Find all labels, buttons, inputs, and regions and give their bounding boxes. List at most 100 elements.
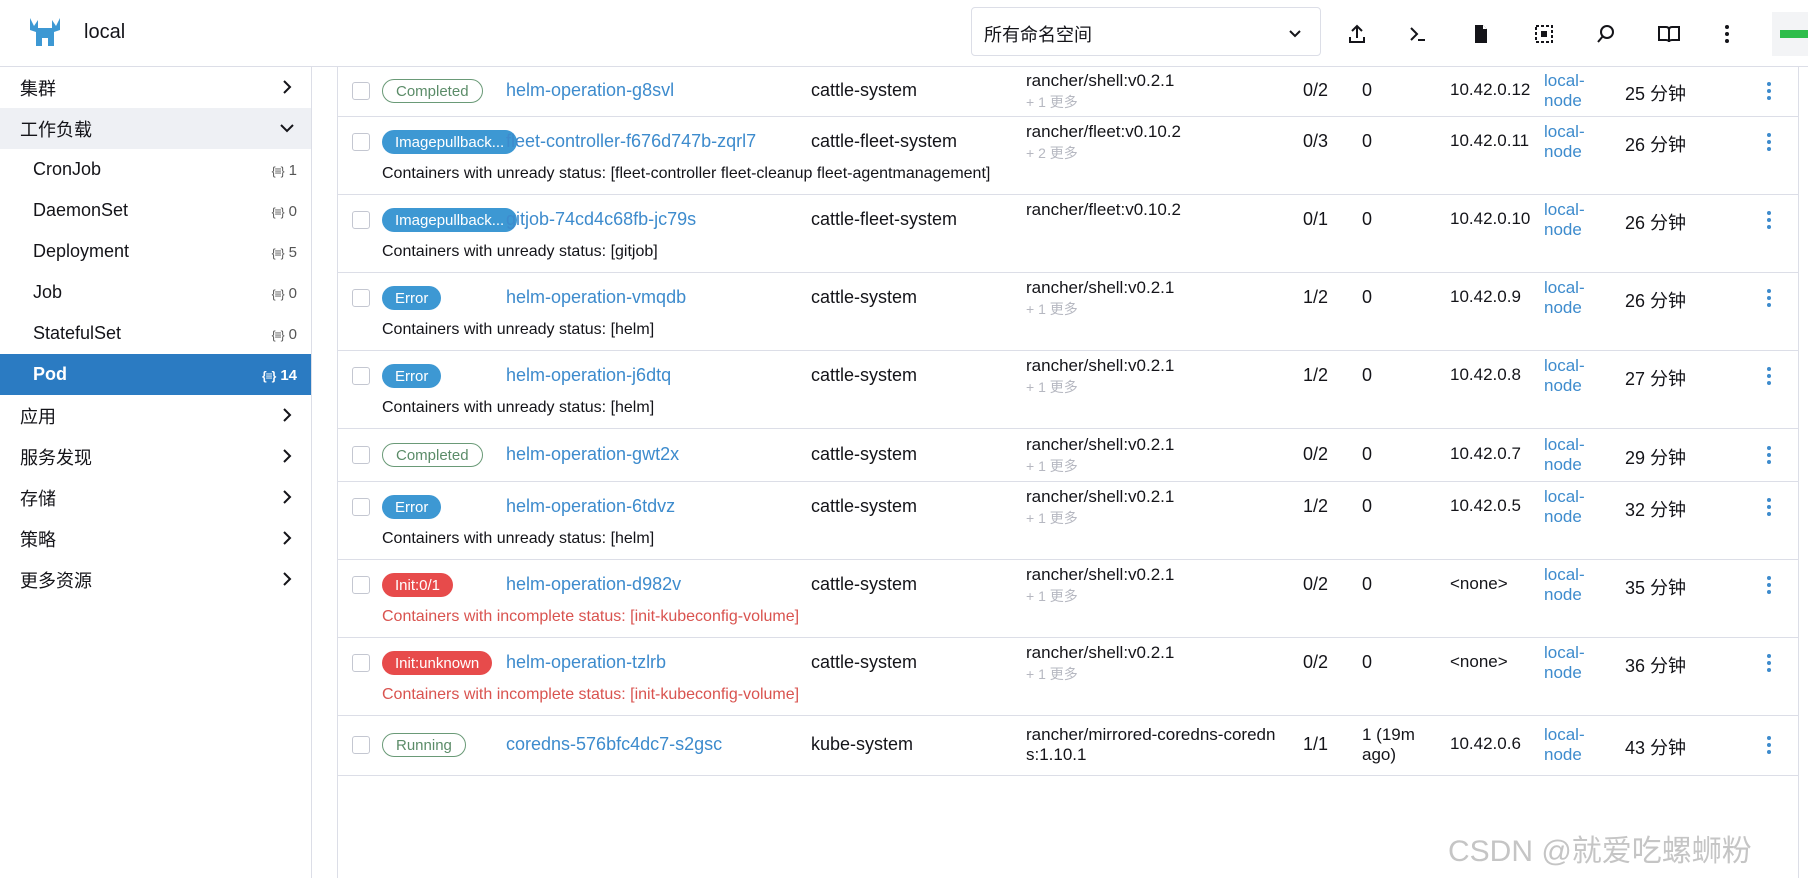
node-link-cont[interactable]: node xyxy=(1544,663,1582,683)
pod-name-link[interactable]: helm-operation-d982v xyxy=(506,574,681,595)
age-cell: 25 分钟 xyxy=(1625,84,1687,104)
sidebar-item-label: Deployment xyxy=(33,241,130,261)
ip-cell: 10.42.0.12 xyxy=(1450,80,1531,99)
table-row[interactable]: Imagepullback... fleet-controller-f676d74… xyxy=(338,117,1798,195)
sidebar-item-job[interactable]: Job {≡} 0 xyxy=(0,272,311,313)
table-row[interactable]: Error helm-operation-vmqdb cattle-system ra… xyxy=(338,273,1798,351)
row-checkbox[interactable] xyxy=(352,576,370,594)
more-actions-button[interactable] xyxy=(1707,14,1747,54)
ready-cell: 0/3 xyxy=(1303,131,1329,151)
status-badge: Error xyxy=(382,286,442,310)
download-kubeconfig-button[interactable] xyxy=(1461,14,1501,54)
node-link-cont[interactable]: node xyxy=(1544,507,1582,527)
row-actions-button[interactable] xyxy=(1767,446,1773,468)
copy-kubeconfig-button[interactable] xyxy=(1524,14,1564,54)
sidebar-item-pod[interactable]: Pod {≡} 14 xyxy=(0,354,311,395)
pod-name-link[interactable]: coredns-576bfc4dc7-s2gsc xyxy=(506,734,722,755)
node-link[interactable]: local- xyxy=(1544,643,1585,663)
node-link-cont[interactable]: node xyxy=(1544,298,1582,318)
row-actions-button[interactable] xyxy=(1767,367,1773,389)
kubectl-shell-button[interactable] xyxy=(1398,14,1438,54)
sidebar-item-cronjob[interactable]: CronJob {≡} 1 xyxy=(0,149,311,190)
node-link-cont[interactable]: node xyxy=(1544,376,1582,396)
user-avatar[interactable] xyxy=(1772,12,1808,56)
row-checkbox[interactable] xyxy=(352,133,370,151)
row-checkbox[interactable] xyxy=(352,736,370,754)
age-cell: 35 分钟 xyxy=(1625,578,1687,598)
node-link[interactable]: local- xyxy=(1544,278,1585,298)
pod-name-link[interactable]: helm-operation-gwt2x xyxy=(506,444,679,465)
image-cell: rancher/shell:v0.2.1 xyxy=(1026,278,1175,297)
node-link-cont[interactable]: node xyxy=(1544,91,1582,111)
row-checkbox[interactable] xyxy=(352,289,370,307)
sidebar-item-deployment[interactable]: Deployment {≡} 5 xyxy=(0,231,311,272)
node-link[interactable]: local- xyxy=(1544,435,1585,455)
pod-name-link[interactable]: helm-operation-vmqdb xyxy=(506,287,686,308)
pod-name-link[interactable]: gitjob-74cd4c68fb-jc79s xyxy=(506,209,696,230)
nav-group-policy[interactable]: 策略 xyxy=(0,518,311,559)
nav-group-storage[interactable]: 存储 xyxy=(0,477,311,518)
row-checkbox[interactable] xyxy=(352,367,370,385)
sidebar-item-daemonset[interactable]: DaemonSet {≡} 0 xyxy=(0,190,311,231)
chevron-down-icon xyxy=(1289,30,1301,38)
rancher-logo-icon[interactable] xyxy=(26,16,64,50)
node-link[interactable]: local- xyxy=(1544,200,1585,220)
table-row[interactable]: Error helm-operation-j6dtq cattle-system ra… xyxy=(338,351,1798,429)
nav-group-service-discovery[interactable]: 服务发现 xyxy=(0,436,311,477)
table-row[interactable]: Running coredns-576bfc4dc7-s2gsc kube-syst… xyxy=(338,716,1798,776)
row-checkbox[interactable] xyxy=(352,446,370,464)
node-link-cont[interactable]: node xyxy=(1544,220,1582,240)
status-badge: Completed xyxy=(382,443,483,467)
pod-name-link[interactable]: helm-operation-g8svl xyxy=(506,80,674,101)
sidebar-item-statefulset[interactable]: StatefulSet {≡} 0 xyxy=(0,313,311,354)
row-checkbox[interactable] xyxy=(352,498,370,516)
row-actions-button[interactable] xyxy=(1767,576,1773,598)
row-actions-button[interactable] xyxy=(1767,654,1773,676)
namespace-select[interactable]: 所有命名空间 xyxy=(971,7,1321,56)
status-badge: Completed xyxy=(382,79,483,103)
table-row[interactable]: Completed helm-operation-gwt2x cattle-syst… xyxy=(338,429,1798,482)
node-link-cont[interactable]: node xyxy=(1544,142,1582,162)
node-link[interactable]: local- xyxy=(1544,356,1585,376)
restarts-cell: 0 xyxy=(1362,287,1373,307)
node-link[interactable]: local- xyxy=(1544,122,1585,142)
docs-button[interactable] xyxy=(1649,14,1689,54)
row-actions-button[interactable] xyxy=(1767,133,1773,155)
nav-group-apps[interactable]: 应用 xyxy=(0,395,311,436)
node-link[interactable]: local- xyxy=(1544,565,1585,585)
table-row[interactable]: Error helm-operation-6tdvz cattle-system ra… xyxy=(338,482,1798,560)
node-link[interactable]: local- xyxy=(1544,71,1585,91)
row-actions-button[interactable] xyxy=(1767,498,1773,520)
node-link-cont[interactable]: node xyxy=(1544,455,1582,475)
image-more: + 1 更多 xyxy=(1026,588,1078,604)
row-status-detail: Containers with unready status: [gitjob] xyxy=(382,243,658,260)
node-link[interactable]: local- xyxy=(1544,725,1585,745)
table-row[interactable]: Completed helm-operation-g8svl cattle-syst… xyxy=(338,67,1798,117)
pod-name-link[interactable]: helm-operation-6tdvz xyxy=(506,496,675,517)
row-actions-button[interactable] xyxy=(1767,289,1773,311)
namespace-cell: cattle-system xyxy=(811,287,918,307)
pod-name-link[interactable]: helm-operation-tzlrb xyxy=(506,652,666,673)
image-cell: rancher/shell:v0.2.1 xyxy=(1026,71,1175,90)
node-link[interactable]: local- xyxy=(1544,487,1585,507)
pod-name-link[interactable]: fleet-controller-f676d747b-zqrl7 xyxy=(506,131,756,152)
nav-group-more-resources[interactable]: 更多资源 xyxy=(0,559,311,600)
table-row[interactable]: Imagepullback... gitjob-74cd4c68fb-jc79s c… xyxy=(338,195,1798,273)
row-checkbox[interactable] xyxy=(352,654,370,672)
resource-count: {≡} 14 xyxy=(261,367,297,384)
row-actions-button[interactable] xyxy=(1767,736,1773,758)
row-actions-button[interactable] xyxy=(1767,82,1773,104)
pod-name-link[interactable]: helm-operation-j6dtq xyxy=(506,365,671,386)
nav-group-cluster[interactable]: 集群 xyxy=(0,67,311,108)
table-row[interactable]: Init:0/1 helm-operation-d982v cattle-syste… xyxy=(338,560,1798,638)
row-checkbox[interactable] xyxy=(352,82,370,100)
node-link-cont[interactable]: node xyxy=(1544,745,1582,765)
row-actions-button[interactable] xyxy=(1767,211,1773,233)
import-yaml-button[interactable] xyxy=(1337,14,1377,54)
table-row[interactable]: Init:unknown helm-operation-tzlrb cattle-s… xyxy=(338,638,1798,716)
nav-group-workload[interactable]: 工作负载 xyxy=(0,108,311,149)
row-checkbox[interactable] xyxy=(352,211,370,229)
node-link-cont[interactable]: node xyxy=(1544,585,1582,605)
search-button[interactable] xyxy=(1586,14,1626,54)
cluster-name[interactable]: local xyxy=(84,21,125,44)
